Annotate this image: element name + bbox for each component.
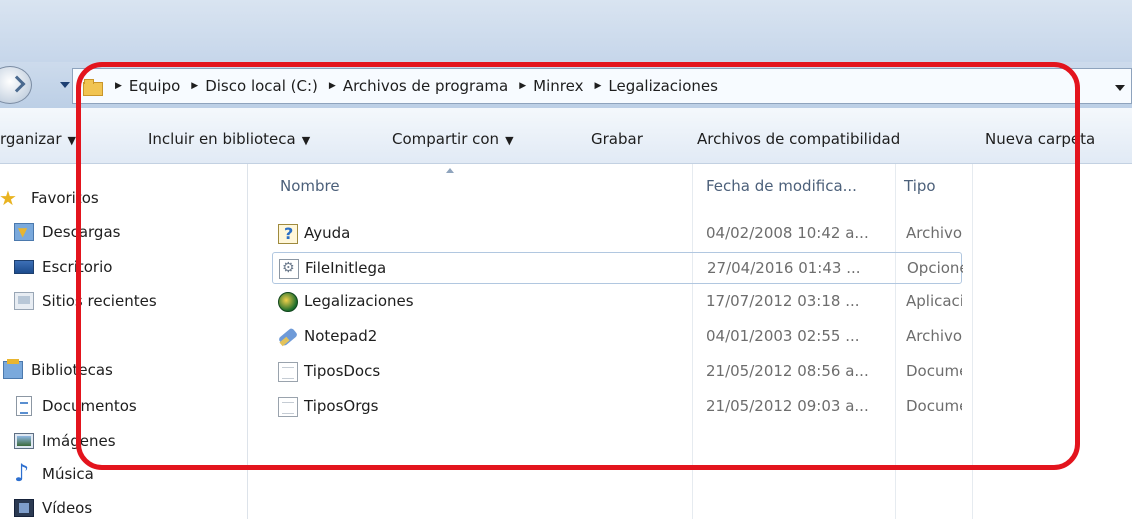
nav-label: Vídeos: [42, 499, 93, 517]
file-row-selected[interactable]: FileInitlega 27/04/2016 01:43 ... Opcion…: [272, 252, 963, 284]
new-folder-button[interactable]: Nueva carpeta: [985, 130, 1095, 148]
file-row[interactable]: TiposDocs 21/05/2012 08:56 a... Document…: [272, 356, 962, 388]
nav-label: Bibliotecas: [31, 361, 113, 379]
column-divider: [972, 164, 973, 519]
libraries-icon: [3, 359, 23, 379]
chevron-right-icon[interactable]: ▶: [115, 81, 122, 91]
file-row[interactable]: Ayuda 04/02/2008 10:42 a... Archivo: [272, 218, 962, 250]
nav-favorites[interactable]: Favoritos: [0, 185, 99, 211]
include-library-label: Incluir en biblioteca: [148, 130, 296, 148]
nav-label: Sitios recientes: [42, 292, 157, 310]
command-bar: rganizar ▼ Incluir en biblioteca ▼ Compart…: [0, 108, 1132, 164]
file-row[interactable]: Notepad2 04/01/2003 02:55 ... Archivo: [272, 321, 962, 353]
desktop-icon: [14, 260, 34, 274]
help-file-icon: [278, 224, 298, 244]
file-name: Notepad2: [304, 327, 378, 345]
breadcrumb-label[interactable]: Legalizaciones: [608, 77, 718, 95]
document-icon: [278, 362, 298, 382]
nav-downloads[interactable]: Descargas: [14, 219, 120, 245]
file-date: 21/05/2012 09:03 a...: [706, 397, 869, 415]
column-header-type[interactable]: Tipo: [904, 177, 936, 195]
document-icon: [278, 397, 298, 417]
breadcrumb-label[interactable]: Minrex: [533, 77, 583, 95]
nav-label: Música: [42, 465, 94, 483]
folder-icon: [83, 78, 103, 96]
nav-images[interactable]: Imágenes: [14, 428, 116, 454]
nav-label: Escritorio: [42, 258, 113, 276]
file-type: Documento: [906, 362, 962, 380]
nav-label: Imágenes: [42, 432, 116, 450]
compatibility-files-button[interactable]: Archivos de compatibilidad: [697, 130, 900, 148]
back-arrow-icon: [8, 75, 26, 93]
notepad-icon: [278, 327, 298, 347]
navigation-pane: Favoritos Descargas Escritorio Sitios re…: [0, 164, 248, 519]
file-list: Nombre Fecha de modifica... Tipo Ayuda 0…: [248, 164, 1132, 519]
file-date: 27/04/2016 01:43 ...: [707, 259, 861, 277]
breadcrumb-label[interactable]: Archivos de programa: [343, 77, 508, 95]
breadcrumb-minrex[interactable]: ▶ Minrex: [519, 77, 594, 95]
chevron-right-icon[interactable]: ▶: [519, 81, 526, 91]
images-icon: [14, 433, 34, 449]
file-type: Archivo: [906, 224, 962, 242]
file-type: Opciones: [907, 259, 963, 277]
file-type: Documento: [906, 397, 962, 415]
burn-button[interactable]: Grabar: [591, 130, 643, 148]
breadcrumb-label[interactable]: Disco local (C:): [205, 77, 318, 95]
file-name: Ayuda: [304, 224, 351, 242]
chevron-right-icon[interactable]: ▶: [191, 81, 198, 91]
file-row[interactable]: TiposOrgs 21/05/2012 09:03 a... Document…: [272, 391, 962, 423]
breadcrumb-legalizaciones[interactable]: ▶ Legalizaciones: [594, 77, 729, 95]
breadcrumb-disco-local[interactable]: ▶ Disco local (C:): [191, 77, 329, 95]
application-icon: [278, 292, 298, 312]
nav-videos[interactable]: Vídeos: [14, 495, 92, 519]
caret-down-icon: ▼: [505, 134, 514, 147]
column-header-name[interactable]: Nombre: [280, 177, 340, 195]
breadcrumb-equipo[interactable]: ▶ Equipo: [115, 77, 191, 95]
organize-button[interactable]: rganizar ▼: [0, 130, 76, 148]
file-name: TiposOrgs: [304, 397, 379, 415]
address-dropdown-icon[interactable]: [1115, 85, 1125, 91]
column-header-date[interactable]: Fecha de modifica...: [706, 177, 857, 195]
music-note-icon: [14, 459, 34, 487]
caret-down-icon: ▼: [301, 134, 311, 147]
caret-down-icon: ▼: [67, 134, 76, 147]
share-with-button[interactable]: Compartir con ▼: [392, 130, 514, 148]
file-type: Aplicación: [906, 292, 962, 310]
nav-music[interactable]: Música: [14, 459, 94, 487]
nav-recent-places[interactable]: Sitios recientes: [14, 288, 157, 314]
star-icon: [0, 186, 23, 210]
file-date: 04/01/2003 02:55 ...: [706, 327, 860, 345]
share-with-label: Compartir con: [392, 130, 500, 148]
file-date: 17/07/2012 03:18 ...: [706, 292, 860, 310]
file-name: Legalizaciones: [304, 292, 414, 310]
sort-ascending-icon: [446, 168, 454, 173]
file-date: 04/02/2008 10:42 a...: [706, 224, 869, 242]
nav-desktop[interactable]: Escritorio: [14, 254, 112, 280]
file-date: 21/05/2012 08:56 a...: [706, 362, 869, 380]
breadcrumb-label[interactable]: Equipo: [129, 77, 180, 95]
history-dropdown-icon[interactable]: [60, 82, 70, 88]
include-library-button[interactable]: Incluir en biblioteca ▼: [148, 130, 310, 148]
downloads-folder-icon: [14, 223, 34, 241]
nav-label: Favoritos: [31, 189, 99, 207]
organize-label: rganizar: [0, 130, 62, 148]
recent-places-icon: [14, 292, 34, 310]
file-row[interactable]: Legalizaciones 17/07/2012 03:18 ... Apli…: [272, 286, 962, 318]
nav-label: Documentos: [42, 397, 137, 415]
nav-documents[interactable]: Documentos: [14, 393, 137, 419]
nav-libraries[interactable]: Bibliotecas: [3, 357, 113, 383]
file-name: FileInitlega: [305, 259, 387, 277]
window-title-bar: [0, 0, 1132, 62]
chevron-right-icon[interactable]: ▶: [329, 81, 336, 91]
videos-icon: [14, 499, 34, 517]
documents-icon: [16, 396, 32, 416]
file-type: Archivo: [906, 327, 962, 345]
chevron-right-icon[interactable]: ▶: [594, 81, 601, 91]
nav-label: Descargas: [42, 223, 121, 241]
address-bar[interactable]: ▶ Equipo ▶ Disco local (C:) ▶ Archivos d…: [72, 68, 1132, 104]
file-name: TiposDocs: [304, 362, 381, 380]
breadcrumb-archivos-de-programa[interactable]: ▶ Archivos de programa: [329, 77, 519, 95]
config-file-icon: [279, 259, 299, 279]
